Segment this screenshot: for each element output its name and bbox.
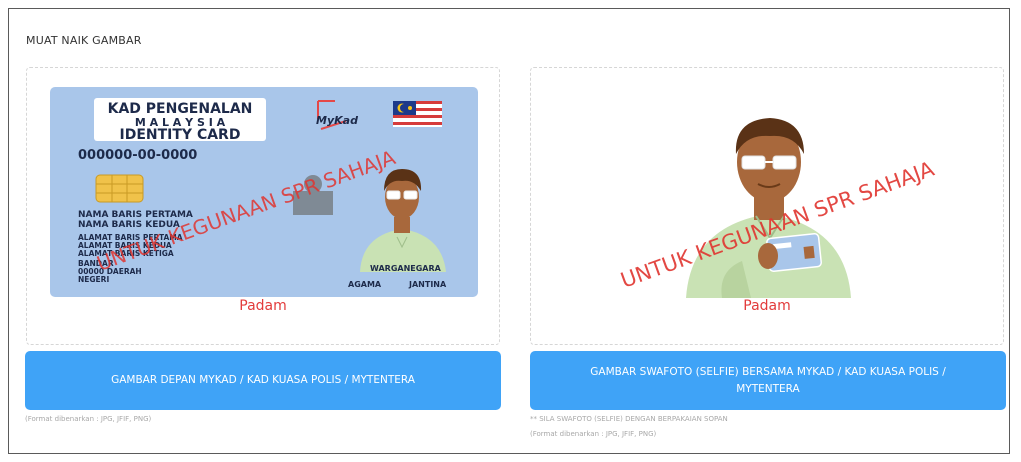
selfie-dropzone[interactable]: UNTUK KEGUNAAN SPR SAHAJA Padam (530, 67, 1004, 345)
upload-panel: MUAT NAIK GAMBAR KAD PENGENALAN M A L A … (8, 8, 1010, 454)
selfie-format-note: (Format dibenarkan : JPG, JFIF, PNG) (530, 430, 657, 438)
mykad-front-dropzone[interactable]: KAD PENGENALAN M A L A Y S I A IDENTITY … (26, 67, 500, 345)
chip-icon (95, 174, 144, 203)
religion: AGAMA (348, 280, 382, 289)
delete-selfie-image-link[interactable]: Padam (531, 298, 1003, 314)
gender: JANTINA (408, 280, 447, 289)
mykad-format-note: (Format dibenarkan : JPG, JFIF, PNG) (25, 415, 152, 423)
upload-selfie-button[interactable]: GAMBAR SWAFOTO (SELFIE) BERSAMA MYKAD / … (530, 351, 1006, 410)
mykad-brand: MyKad (316, 114, 358, 127)
card-title-line3: IDENTITY CARD (120, 127, 241, 143)
delete-mykad-image-link[interactable]: Padam (27, 298, 499, 314)
mykad-sample-image: KAD PENGENALAN M A L A Y S I A IDENTITY … (50, 87, 478, 297)
malaysia-flag-icon (393, 101, 442, 127)
citizenship: WARGANEGARA (370, 264, 442, 273)
ic-number: 000000-00-0000 (78, 148, 197, 163)
section-title: MUAT NAIK GAMBAR (26, 34, 142, 47)
negeri: NEGERI (78, 275, 109, 284)
name-line1: NAMA BARIS PERTAMA (78, 210, 193, 220)
card-title-line1: KAD PENGENALAN (108, 101, 253, 117)
selfie-attire-note: ** SILA SWAFOTO (SELFIE) DENGAN BERPAKAI… (530, 415, 728, 423)
upload-mykad-front-button[interactable]: GAMBAR DEPAN MYKAD / KAD KUASA POLIS / M… (25, 351, 501, 410)
selfie-sample-image: UNTUK KEGUNAAN SPR SAHAJA (618, 118, 938, 298)
